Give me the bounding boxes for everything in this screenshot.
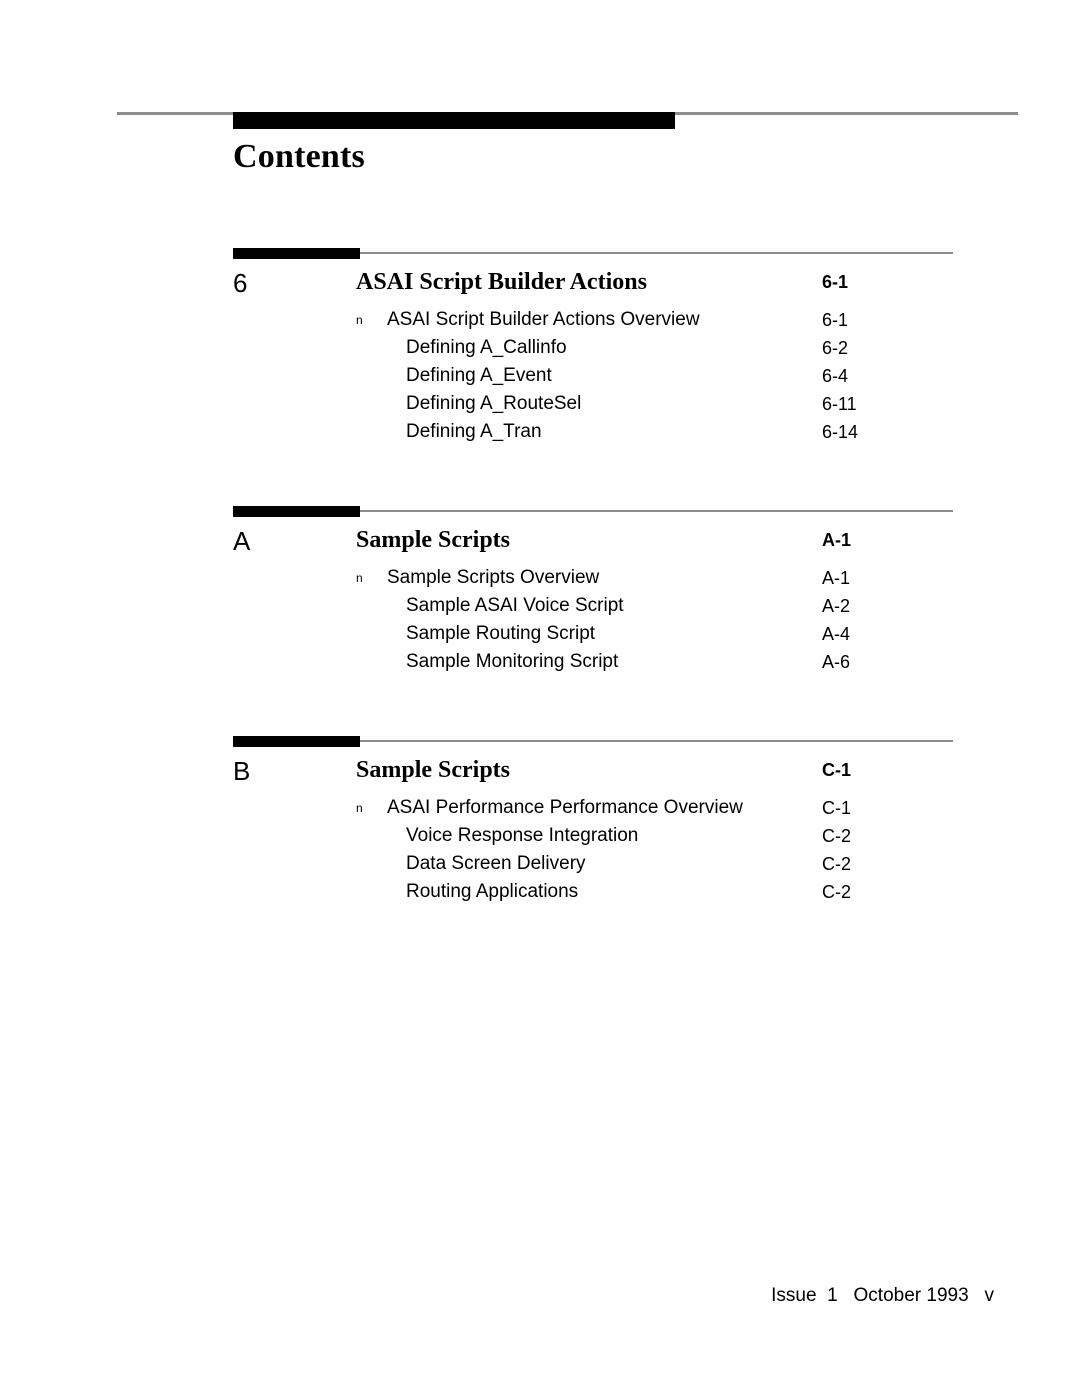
toc-section-heading[interactable]: 6 ASAI Script Builder Actions 6-1 — [0, 263, 1080, 303]
toc-entry-label[interactable]: Routing Applications — [406, 881, 578, 904]
square-bullet-icon: n — [356, 801, 363, 815]
toc-entry-page-number: A-1 — [822, 568, 851, 588]
section-page-number: A-1 — [822, 530, 852, 550]
toc-section: B Sample Scripts C-1 n ASAI Performance Perf… — [0, 733, 1080, 907]
toc-entry-label[interactable]: Defining A_Event — [406, 365, 552, 388]
section-black-bar — [233, 736, 360, 747]
toc-entry-page-number: 6-11 — [822, 394, 857, 414]
toc-section: 6 ASAI Script Builder Actions 6-1 n ASAI Scr… — [0, 245, 1080, 447]
toc-entry-label[interactable]: ASAI Performance Performance Overview — [387, 797, 743, 820]
toc-entry-page-number: A-6 — [822, 652, 851, 672]
toc-entry[interactable]: Defining A_Callinfo 6-2 — [0, 335, 1080, 363]
section-black-bar — [233, 248, 360, 259]
toc-entry-label[interactable]: Data Screen Delivery — [406, 853, 586, 876]
section-page-number: C-1 — [822, 760, 852, 780]
toc-entry-page-number: 6-14 — [822, 422, 859, 442]
toc-entry-label[interactable]: Sample Routing Script — [406, 623, 595, 646]
toc-entry[interactable]: Defining A_Tran 6-14 — [0, 419, 1080, 447]
section-title[interactable]: Sample Scripts — [356, 527, 510, 553]
document-page: Contents 6 ASAI Script Builder Actions 6-1… — [0, 0, 1080, 1397]
toc-entry-page-number: 6-2 — [822, 338, 849, 358]
toc-entry[interactable]: Defining A_Event 6-4 — [0, 363, 1080, 391]
section-number: 6 — [233, 268, 248, 298]
section-divider — [233, 503, 1080, 521]
toc-entry-label[interactable]: ASAI Script Builder Actions Overview — [387, 309, 700, 332]
toc-entry-page-number: 6-1 — [822, 310, 849, 330]
toc-entry-page-number: C-2 — [822, 826, 852, 846]
section-page-number: 6-1 — [822, 272, 849, 292]
section-number: A — [233, 526, 251, 556]
header-black-bar — [233, 112, 675, 129]
toc-entry-page-number: A-4 — [822, 624, 851, 644]
table-of-contents: 6 ASAI Script Builder Actions 6-1 n ASAI Scr… — [0, 245, 1080, 963]
toc-section: A Sample Scripts A-1 n Sample Scripts Overvi… — [0, 503, 1080, 677]
section-number: B — [233, 756, 251, 786]
toc-entry-page-number: 6-4 — [822, 366, 849, 386]
toc-section-heading[interactable]: B Sample Scripts C-1 — [0, 751, 1080, 791]
square-bullet-icon: n — [356, 571, 363, 585]
toc-entry-page-number: C-1 — [822, 798, 852, 818]
page-title: Contents — [233, 138, 365, 175]
toc-entry-label[interactable]: Defining A_RouteSel — [406, 393, 581, 416]
toc-entry-page-number: C-2 — [822, 854, 852, 874]
toc-entry[interactable]: n Sample Scripts Overview A-1 — [0, 565, 1080, 593]
footer-issue-date: Issue 1 October 1993 v — [771, 1285, 994, 1306]
toc-entry[interactable]: Sample ASAI Voice Script A-2 — [0, 593, 1080, 621]
toc-entry[interactable]: Defining A_RouteSel 6-11 — [0, 391, 1080, 419]
section-title[interactable]: Sample Scripts — [356, 757, 510, 783]
section-black-bar — [233, 506, 360, 517]
toc-entry-label[interactable]: Sample Monitoring Script — [406, 651, 618, 674]
toc-entry[interactable]: Sample Routing Script A-4 — [0, 621, 1080, 649]
toc-entry-page-number: A-2 — [822, 596, 851, 616]
section-divider — [233, 733, 1080, 751]
toc-entry-label[interactable]: Sample Scripts Overview — [387, 567, 599, 590]
page-footer: Issue 1 October 1993 v — [0, 1285, 1080, 1307]
toc-entry[interactable]: Routing Applications C-2 — [0, 879, 1080, 907]
toc-entry[interactable]: Sample Monitoring Script A-6 — [0, 649, 1080, 677]
toc-entry-label[interactable]: Voice Response Integration — [406, 825, 638, 848]
toc-section-heading[interactable]: A Sample Scripts A-1 — [0, 521, 1080, 561]
toc-entry-label[interactable]: Defining A_Callinfo — [406, 337, 567, 360]
toc-entry-list: n Sample Scripts Overview A-1 Sample ASAI V… — [0, 565, 1080, 677]
page-header: Contents — [0, 0, 1080, 230]
toc-entry-page-number: C-2 — [822, 882, 852, 902]
toc-entry-list: n ASAI Script Builder Actions Overview 6-1… — [0, 307, 1080, 447]
section-divider — [233, 245, 1080, 263]
toc-entry-label[interactable]: Sample ASAI Voice Script — [406, 595, 624, 618]
toc-entry[interactable]: n ASAI Performance Performance Overview C-… — [0, 795, 1080, 823]
toc-entry-label[interactable]: Defining A_Tran — [406, 421, 542, 444]
toc-entry[interactable]: Data Screen Delivery C-2 — [0, 851, 1080, 879]
square-bullet-icon: n — [356, 313, 363, 327]
toc-entry-list: n ASAI Performance Performance Overview C-… — [0, 795, 1080, 907]
toc-entry[interactable]: n ASAI Script Builder Actions Overview 6-1 — [0, 307, 1080, 335]
toc-entry[interactable]: Voice Response Integration C-2 — [0, 823, 1080, 851]
section-title[interactable]: ASAI Script Builder Actions — [356, 269, 647, 295]
